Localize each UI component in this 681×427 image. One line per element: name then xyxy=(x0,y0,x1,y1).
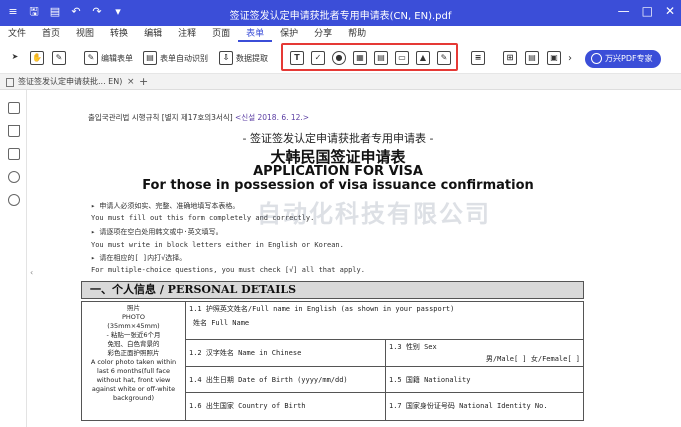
menu-view[interactable]: 视图 xyxy=(68,26,102,42)
auto-recognize-button[interactable]: ▤ 表单自动识别 xyxy=(143,49,208,67)
close-button[interactable]: ✕ xyxy=(665,4,675,18)
chevron-right-icon: › xyxy=(568,52,572,64)
menu-help[interactable]: 帮助 xyxy=(340,26,374,42)
full-name-field[interactable]: 1.1 护照英文姓名/Full name in English (as show… xyxy=(185,301,584,340)
photo-box[interactable]: 照片 PHOTO (35mm×45mm) - 粘贴一张近6个月 免冠、白色背景的… xyxy=(81,301,186,421)
align-tool[interactable]: ≡ xyxy=(471,49,485,67)
nationality-field[interactable]: 1.5 国籍 Nationality xyxy=(385,366,584,393)
comment-icon[interactable] xyxy=(8,148,20,160)
document-tab[interactable]: 签证签发认定申请获批... EN) xyxy=(6,74,122,90)
extract-data-button[interactable]: ⇩ 数据提取 xyxy=(219,49,268,67)
pdf-expert-button[interactable]: 万兴PDF专家 xyxy=(585,50,661,68)
left-sidebar xyxy=(0,90,27,427)
menu-form[interactable]: 表单 xyxy=(238,26,273,42)
attachment-icon[interactable] xyxy=(8,171,20,183)
search-icon[interactable] xyxy=(8,194,20,206)
close-tab-button[interactable]: × xyxy=(127,74,135,90)
section-header: 一、个人信息 / PERSONAL DETAILS xyxy=(81,281,584,299)
title-cn: - 签证签发认定申请获批者专用申请表 - xyxy=(242,132,434,145)
instruction-line: ▸ 请逐项在空白处用韩文或中·英文填写。 xyxy=(91,228,223,236)
align-icon: ≡ xyxy=(471,51,485,65)
auto-recognize-icon: ▤ xyxy=(143,51,157,65)
document-page: 출입국관리법 시행규칙 [별지 제17호의3서식] <신설 2018. 6. 1… xyxy=(38,90,681,427)
window-controls: — □ ✕ xyxy=(618,4,675,18)
menu-bar: 文件 首页 视图 转换 编辑 注释 页面 表单 保护 分享 帮助 xyxy=(0,26,681,42)
minimize-button[interactable]: — xyxy=(618,4,630,18)
select-tool[interactable]: ➤ xyxy=(8,49,22,67)
maximize-button[interactable]: □ xyxy=(642,4,653,18)
instruction-line: You must write in block letters either i… xyxy=(91,241,344,249)
menu-convert[interactable]: 转换 xyxy=(102,26,136,42)
edit-tool[interactable]: ✎ xyxy=(52,49,66,67)
edit-icon: ✎ xyxy=(52,51,66,65)
thumbnail-icon[interactable] xyxy=(8,102,20,114)
menu-protect[interactable]: 保护 xyxy=(272,26,306,42)
import-tool[interactable]: ▤ xyxy=(525,49,539,67)
recognize-tool[interactable]: ⊞ xyxy=(503,49,517,67)
tab-bar: 签证签发认定申请获批... EN) × + xyxy=(0,74,681,90)
export-icon: ▣ xyxy=(547,51,561,65)
birth-country-field[interactable]: 1.6 出生国家 Country of Birth xyxy=(185,392,386,421)
personal-details-table: 照片 PHOTO (35mm×45mm) - 粘贴一张近6个月 免冠、白色背景的… xyxy=(81,301,584,421)
title-en-sub: For those in possession of visa issuance… xyxy=(142,178,534,193)
form-header: 출입국관리법 시행규칙 [별지 제17호의3서식] <신설 2018. 6. 1… xyxy=(88,113,310,122)
edit-form-button[interactable]: ✎ 编辑表单 xyxy=(84,49,133,67)
menu-edit[interactable]: 编辑 xyxy=(136,26,170,42)
menu-file[interactable]: 文件 xyxy=(0,26,34,42)
title-bar: ≡ 🖫 ▤ ↶ ↷ ▾ 签证签发认定申请获批者专用申请表(CN, EN).pdf… xyxy=(0,0,681,26)
birth-date-field[interactable]: 1.4 出生日期 Date of Birth (yyyy/mm/dd) xyxy=(185,366,386,393)
hand-icon: ✋ xyxy=(30,51,44,65)
user-icon xyxy=(591,53,602,64)
import-icon: ▤ xyxy=(525,51,539,65)
instruction-line: For multiple-choice questions, you must … xyxy=(91,266,365,274)
menu-page[interactable]: 页面 xyxy=(204,26,238,42)
window-title: 签证签发认定申请获批者专用申请表(CN, EN).pdf xyxy=(229,11,452,22)
bookmark-icon[interactable] xyxy=(8,125,20,137)
highlight-box xyxy=(281,43,458,71)
menu-home[interactable]: 首页 xyxy=(34,26,68,42)
recognize-icon: ⊞ xyxy=(503,51,517,65)
more-chevron[interactable]: › xyxy=(568,49,572,67)
new-tab-button[interactable]: + xyxy=(139,74,148,90)
export-tool[interactable]: ▣ xyxy=(547,49,561,67)
watermark: 自动化科技有限公司 xyxy=(257,200,491,228)
form-edit-icon: ✎ xyxy=(84,51,98,65)
chinese-name-field[interactable]: 1.2 汉字姓名 Name in Chinese xyxy=(185,339,386,367)
extract-icon: ⇩ xyxy=(219,51,233,65)
cursor-icon: ➤ xyxy=(11,52,19,61)
menu-share[interactable]: 分享 xyxy=(306,26,340,42)
menu-comment[interactable]: 注释 xyxy=(170,26,204,42)
hand-tool[interactable]: ✋ xyxy=(30,49,44,67)
instruction-line: ▸ 请在相应的[ ]内打√选择。 xyxy=(91,254,187,262)
title-en: APPLICATION FOR VISA xyxy=(253,164,423,179)
collapse-arrow-icon[interactable]: ‹ xyxy=(30,268,33,277)
national-id-field[interactable]: 1.7 国家身份证号码 National Identity No. xyxy=(385,392,584,421)
instruction-line: ▸ 申请人必须如实、完整、准确地填写本表格。 xyxy=(91,202,240,210)
sex-field[interactable]: 1.3 性别 Sex 男/Male[ ] 女/Female[ ] xyxy=(385,339,584,367)
document-icon xyxy=(6,78,14,87)
